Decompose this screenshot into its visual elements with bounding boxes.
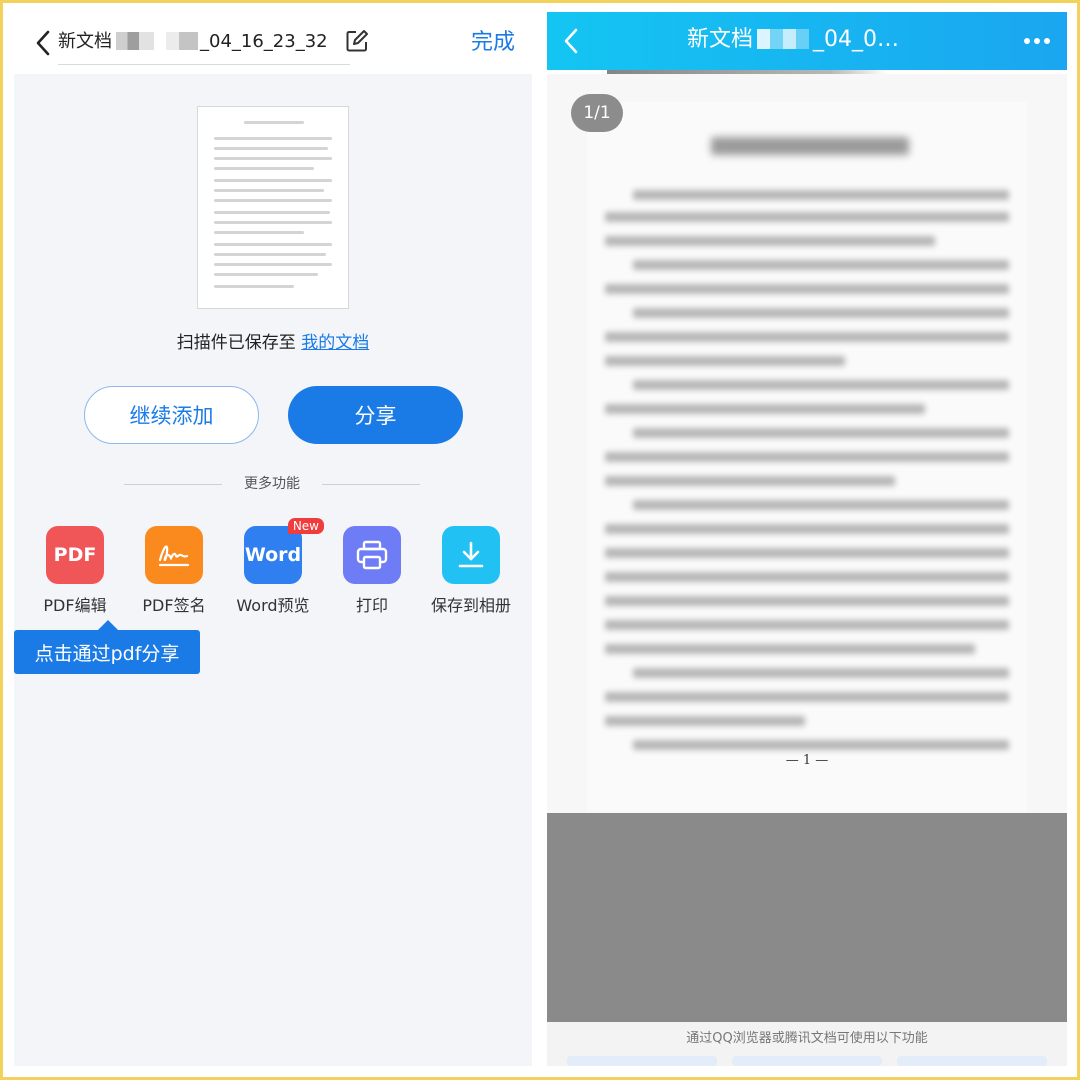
tooltip-arrow <box>98 620 118 630</box>
top-bar: 新文档 _04_16_23_32 完成 <box>14 12 532 74</box>
redacted-mosaic <box>166 32 198 50</box>
more-features-divider: 更多功能 <box>124 473 420 495</box>
tool-label: PDF签名 <box>142 596 206 615</box>
tool-label: 保存到相册 <box>430 596 511 615</box>
share-tooltip[interactable]: 点击通过pdf分享 <box>14 630 200 674</box>
download-icon <box>442 526 500 584</box>
tool-pdf-sign[interactable]: PDF签名 <box>124 526 224 616</box>
tool-save-to-album[interactable]: 保存到相册 <box>421 526 521 616</box>
tool-label: PDF编辑 <box>43 596 107 615</box>
title-underline <box>58 64 350 65</box>
tool-label: 打印 <box>355 596 388 615</box>
document-title-prefix: 新文档 <box>58 31 112 52</box>
continue-adding-button[interactable]: 继续添加 <box>84 386 259 444</box>
redacted-mosaic <box>757 29 810 49</box>
footer-action-button[interactable] <box>567 1056 717 1066</box>
more-options-button[interactable] <box>1021 26 1053 56</box>
more-dots-icon <box>1024 38 1050 44</box>
done-button[interactable]: 完成 <box>471 28 515 58</box>
blurred-doc-title <box>711 137 909 155</box>
pdf-edit-icon: PDF <box>46 526 104 584</box>
preview-empty-area <box>547 813 1067 1022</box>
word-icon-text: Word <box>244 544 302 566</box>
document-title[interactable]: 新文档 _04_16_23_32 <box>58 28 328 56</box>
preview-title-suffix: _04_0… <box>813 27 900 52</box>
scan-result-panel: 新文档 _04_16_23_32 完成 扫描件已保存至 我的文档 继续添加 分享… <box>14 12 532 1066</box>
preview-top-bar: 新文档 _04_0… <box>547 12 1067 70</box>
tool-print[interactable]: 打印 <box>322 526 422 616</box>
chevron-left-icon <box>36 30 50 56</box>
preview-footer: 通过QQ浏览器或腾讯文档可使用以下功能 <box>547 1022 1067 1066</box>
footer-action-button[interactable] <box>732 1056 882 1066</box>
my-documents-link[interactable]: 我的文档 <box>301 333 369 353</box>
page-number: — 1 — <box>785 753 829 768</box>
edit-icon <box>346 30 368 52</box>
preview-panel: 新文档 _04_0… 1/1 — 1 — 通过QQ浏览器或腾讯文档可使用以下功能 <box>547 12 1067 1066</box>
signature-icon <box>145 526 203 584</box>
share-button[interactable]: 分享 <box>288 386 463 444</box>
footer-hint: 通过QQ浏览器或腾讯文档可使用以下功能 <box>686 1031 928 1046</box>
back-button[interactable] <box>28 28 58 58</box>
word-icon: Word New <box>244 518 324 584</box>
pdf-edit-icon-text: PDF <box>53 544 97 566</box>
more-features-label: 更多功能 <box>244 476 300 492</box>
tool-word-preview[interactable]: Word New Word预览 <box>223 518 324 616</box>
tool-pdf-edit[interactable]: PDF PDF编辑 <box>25 526 125 616</box>
printer-icon <box>343 526 401 584</box>
chevron-left-icon <box>564 28 578 54</box>
tool-label: Word预览 <box>236 596 310 615</box>
saved-message-text: 扫描件已保存至 <box>176 333 302 353</box>
rename-button[interactable] <box>344 28 370 54</box>
document-title-suffix: _04_16_23_32 <box>200 31 328 52</box>
footer-action-button[interactable] <box>897 1056 1047 1066</box>
redacted-mosaic <box>116 32 154 50</box>
document-thumbnail[interactable] <box>197 106 349 309</box>
saved-message: 扫描件已保存至 我的文档 <box>14 330 532 356</box>
new-badge: New <box>287 518 324 534</box>
preview-title-prefix: 新文档 <box>687 27 754 52</box>
preview-back-button[interactable] <box>561 26 591 56</box>
page-indicator: 1/1 <box>571 94 623 132</box>
preview-title: 新文档 _04_0… <box>687 24 947 56</box>
